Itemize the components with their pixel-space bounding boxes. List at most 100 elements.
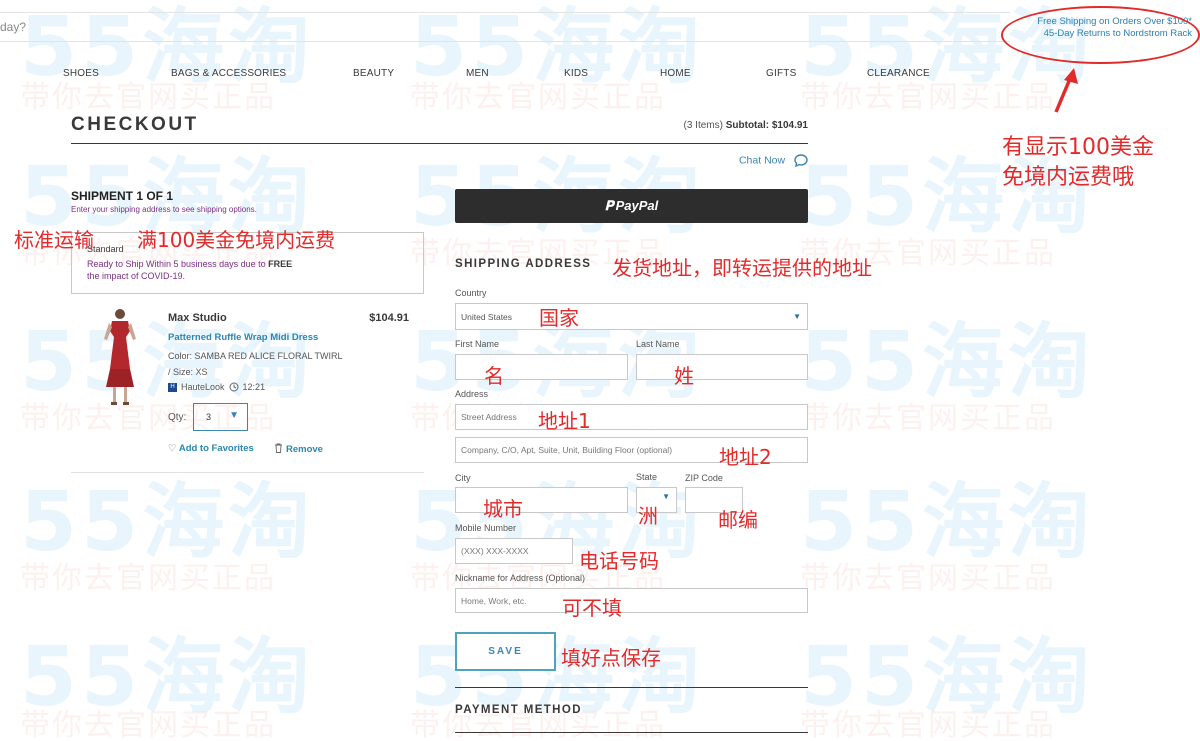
annotation-ship-address: 发货地址，即转运提供的地址 [612, 256, 872, 280]
search-placeholder: day? [0, 20, 27, 34]
watermark-logo: 55海淘 [800, 315, 1095, 410]
country-label: Country [455, 288, 487, 298]
add-to-favorites-button[interactable]: ♡ Add to Favorites [168, 443, 254, 454]
watermark-logo: 55海淘 [800, 475, 1095, 570]
annotation-last-name: 姓 [674, 364, 694, 388]
annotation-phone: 电话号码 [579, 549, 659, 573]
country-select[interactable]: United States ▼ [455, 303, 808, 330]
qty-value: 3 [206, 412, 212, 422]
divider [71, 472, 424, 473]
product-image[interactable] [100, 307, 140, 407]
seller-name: HauteLook [181, 382, 225, 392]
first-name-input[interactable] [455, 354, 628, 380]
nav-kids[interactable]: KIDS [564, 68, 588, 79]
nav-men[interactable]: MEN [466, 68, 489, 79]
remove-label: Remove [286, 444, 323, 455]
qty-select[interactable]: 3 ▼ [193, 403, 248, 431]
remove-button[interactable]: Remove [274, 443, 323, 455]
chat-bubble-icon [794, 154, 808, 167]
annotation-address2: 地址2 [719, 445, 772, 469]
last-name-label: Last Name [636, 339, 680, 349]
qty-label: Qty: [168, 412, 187, 423]
nav-bags-accessories[interactable]: BAGS & ACCESSORIES [171, 68, 286, 79]
clock-icon [229, 382, 239, 392]
watermark-slogan: 带你去官网买正品 [20, 561, 276, 596]
watermark-slogan: 带你去官网买正品 [410, 80, 666, 115]
annotation-arrow-icon [1054, 68, 1078, 113]
last-name-input[interactable] [636, 354, 808, 380]
product-color: Color: SAMBA RED ALICE FLORAL TWIRL [168, 351, 343, 361]
nav-clearance[interactable]: CLEARANCE [867, 68, 930, 79]
annotation-save: 填好点保存 [561, 646, 661, 670]
chat-now-link[interactable]: Chat Now [700, 154, 808, 167]
page-title: CHECKOUT [71, 114, 199, 135]
paypal-button[interactable]: 𝐏 PayPal [455, 189, 808, 223]
product-size: / Size: XS [168, 367, 208, 377]
product-details: Color: SAMBA RED ALICE FLORAL TWIRL / Si… [168, 348, 353, 380]
trash-icon [275, 443, 282, 453]
shipment-subtitle: Enter your shipping address to see shipp… [71, 205, 257, 214]
nickname-input[interactable]: Home, Work, etc. [455, 588, 808, 613]
street-address-input[interactable]: Street Address [455, 404, 808, 430]
order-summary: (3 Items) Subtotal: $104.91 [540, 120, 809, 131]
hautelook-logo-icon: H [168, 382, 177, 392]
shipping-note-a: Ready to Ship Within 5 business days due… [87, 259, 266, 269]
city-label: City [455, 473, 471, 483]
state-label: State [636, 472, 658, 482]
address-label: Address [455, 389, 489, 399]
shipping-note-c: the impact of COVID-19. [87, 271, 186, 281]
watermark-slogan: 带你去官网买正品 [800, 401, 1056, 436]
watermark-slogan: 带你去官网买正品 [800, 708, 1056, 741]
seller-info: H HauteLook 12:21 [168, 382, 265, 392]
zip-label: ZIP Code [685, 473, 723, 483]
product-price: $104.91 [369, 312, 409, 324]
nickname-placeholder: Home, Work, etc. [461, 595, 527, 606]
annotation-standard: 标准运输 [14, 228, 94, 252]
street-address-placeholder: Street Address [461, 412, 517, 422]
search-bar[interactable]: day? [0, 12, 1010, 42]
annotation-city: 城市 [483, 497, 523, 521]
country-value: United States [461, 311, 513, 322]
save-button[interactable]: SAVE [455, 632, 556, 671]
watermark-slogan: 带你去官网买正品 [20, 708, 276, 741]
city-input[interactable] [455, 487, 628, 513]
payment-method-heading[interactable]: PAYMENT METHOD [455, 704, 582, 716]
product-name-link[interactable]: Patterned Ruffle Wrap Midi Dress [168, 332, 318, 343]
annotation-promo-line1: 有显示100美金 [1002, 135, 1154, 160]
mobile-placeholder: (XXX) XXX-XXXX [461, 546, 529, 556]
caret-down-icon: ▼ [229, 410, 239, 421]
first-name-label: First Name [455, 339, 500, 349]
divider [455, 732, 808, 733]
annotation-zip: 邮编 [718, 508, 758, 532]
annotation-address1: 地址1 [538, 409, 591, 433]
subtotal-label: Subtotal: [725, 120, 770, 131]
annotation-circle [1001, 6, 1200, 64]
nav-gifts[interactable]: GIFTS [766, 68, 796, 79]
heart-icon: ♡ [168, 443, 177, 454]
watermark-logo: 55海淘 [20, 630, 315, 725]
subtotal-value: $104.91 [771, 120, 808, 131]
watermark-slogan: 带你去官网买正品 [800, 561, 1056, 596]
mobile-label: Mobile Number [455, 523, 517, 533]
nickname-label: Nickname for Address (Optional) [455, 573, 586, 583]
paypal-label: PayPal [615, 198, 659, 213]
annotation-state: 洲 [638, 504, 658, 528]
annotation-promo-line2: 免境内运费哦 [1002, 165, 1135, 190]
item-count: (3 Items) [683, 120, 723, 131]
nav-beauty[interactable]: BEAUTY [353, 68, 394, 79]
reservation-timer: 12:21 [242, 382, 266, 392]
mobile-input[interactable]: (XXX) XXX-XXXX [455, 538, 573, 564]
caret-down-icon: ▼ [662, 492, 670, 501]
address-line2-placeholder: Company, C/O, Apt, Suite, Unit, Building… [461, 445, 673, 455]
annotation-optional: 可不填 [562, 596, 622, 620]
nav-shoes[interactable]: SHOES [63, 68, 99, 79]
caret-down-icon: ▼ [793, 312, 801, 321]
nav-home[interactable]: HOME [660, 68, 691, 79]
annotation-first-name: 名 [484, 364, 504, 388]
watermark-logo: 55海淘 [800, 630, 1095, 725]
annotation-promo-note: 有显示100美金 免境内运费哦 [1002, 133, 1154, 193]
product-brand: Max Studio [168, 312, 227, 324]
paypal-logo-icon: 𝐏 [604, 198, 614, 213]
divider [71, 143, 808, 144]
shipping-option-note: Ready to Ship Within 5 business days due… [87, 258, 357, 282]
